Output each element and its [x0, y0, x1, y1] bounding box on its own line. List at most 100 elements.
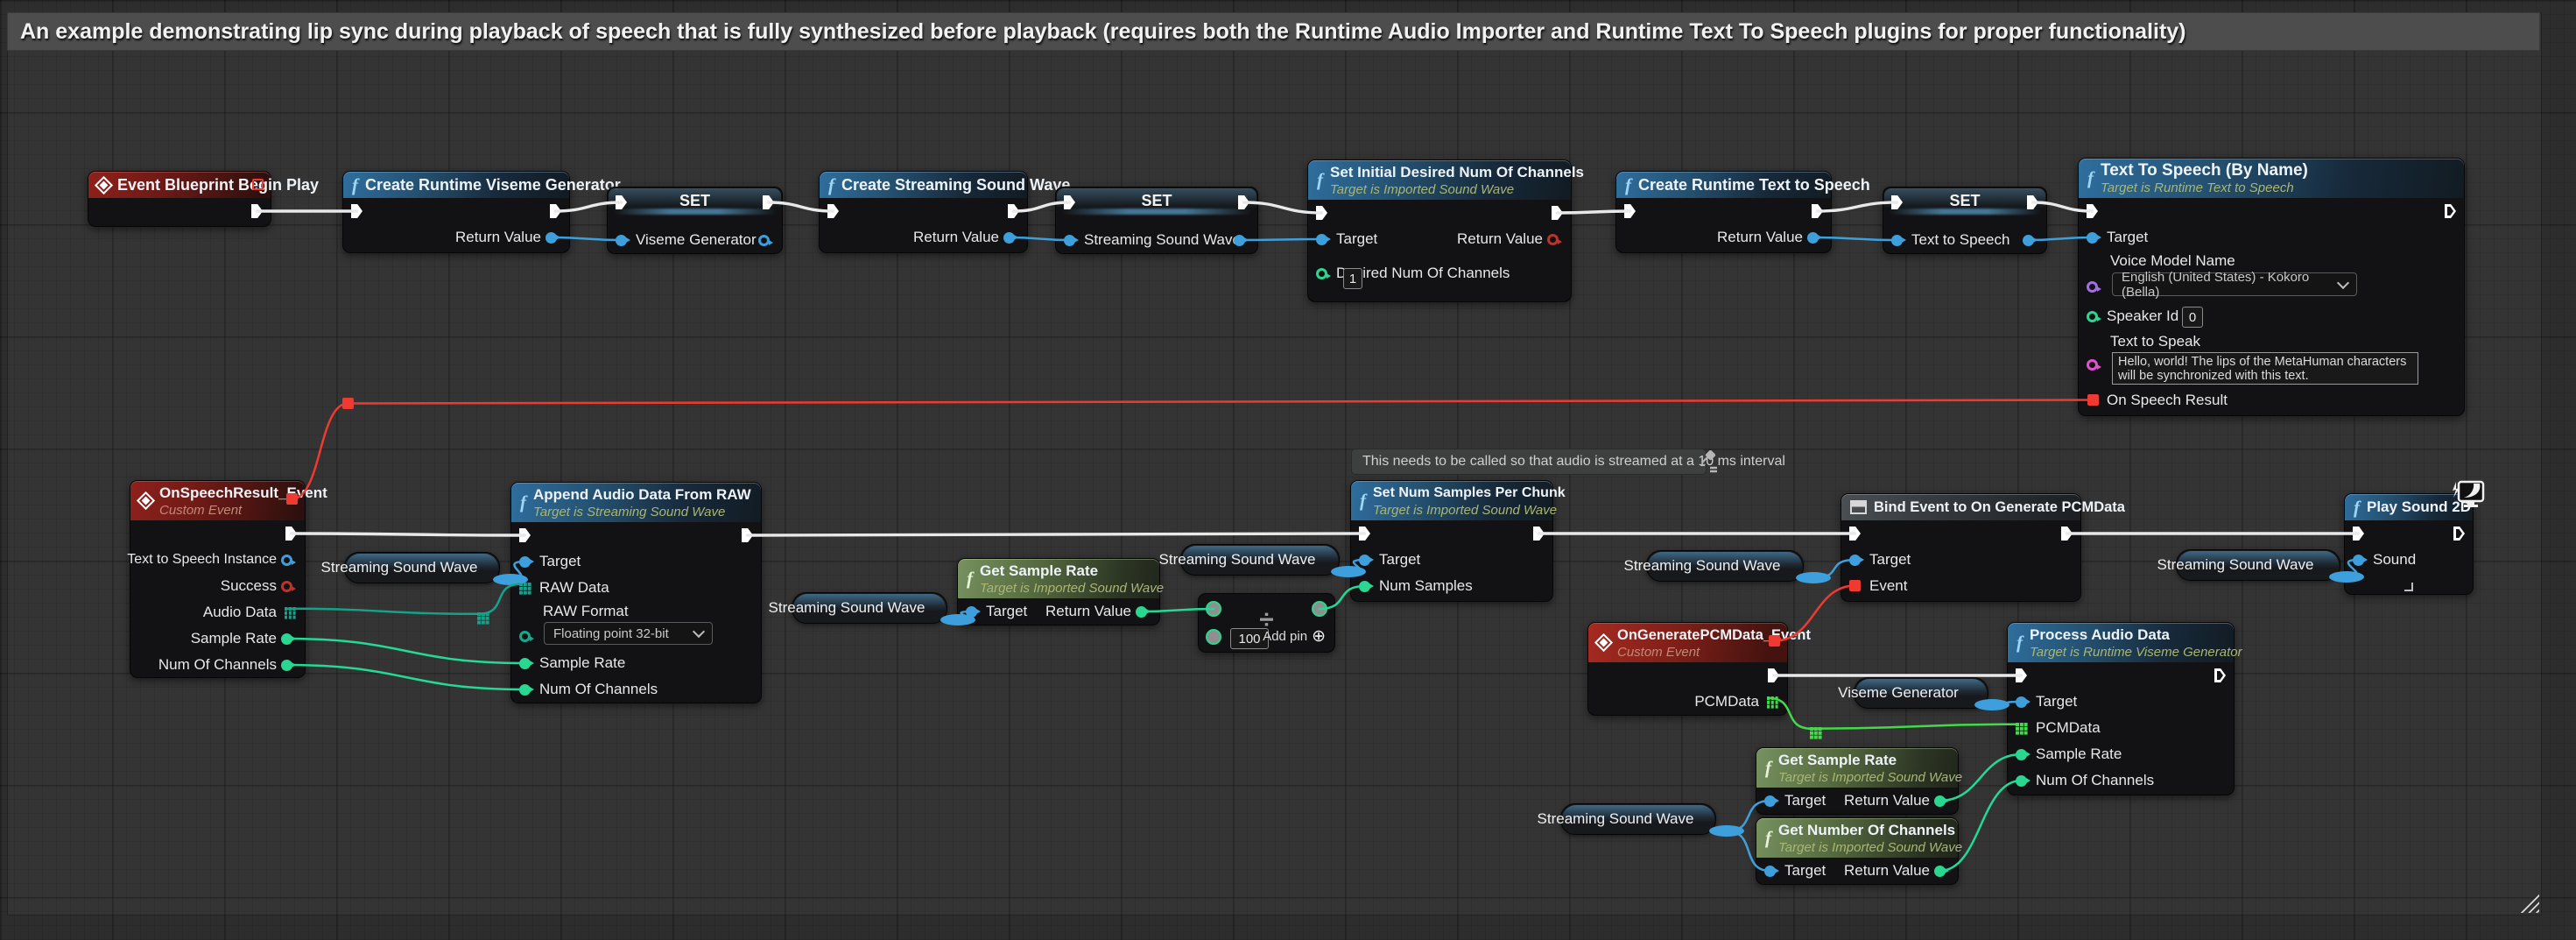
exec-out-pin[interactable] — [2214, 668, 2226, 682]
return-value-pin[interactable] — [1807, 232, 1819, 244]
node-get-number-of-channels[interactable]: f Get Number Of Channels Target is Impor… — [1756, 817, 1959, 885]
num-channels-pin[interactable] — [281, 660, 292, 671]
target-pin[interactable] — [2087, 232, 2098, 244]
text-to-speak-input[interactable]: Hello, world! The lips of the MetaHuman … — [2112, 352, 2418, 385]
node-divide[interactable]: ÷ 100 Add pin⊕ — [1198, 593, 1335, 653]
num-channels-pin[interactable] — [2016, 775, 2027, 787]
target-pin[interactable] — [1764, 795, 1776, 807]
target-pin[interactable] — [1359, 555, 1370, 566]
delegate-pin[interactable] — [252, 179, 264, 190]
exec-in-pin[interactable] — [1359, 527, 1370, 541]
divide-input-b-pin[interactable] — [1206, 629, 1221, 645]
target-pin[interactable] — [2016, 696, 2027, 708]
speaker-id-pin[interactable] — [2087, 311, 2098, 322]
exec-out-pin[interactable] — [2061, 527, 2073, 541]
exec-out-pin[interactable] — [1768, 668, 1779, 682]
node-set-streaming-sound-wave[interactable]: SET Streaming Sound Wave — [1055, 187, 1258, 254]
var-out-pin[interactable] — [1234, 235, 1245, 246]
exec-in-pin[interactable] — [827, 204, 839, 218]
exec-in-pin[interactable] — [2016, 668, 2027, 682]
node-create-streaming-sound-wave[interactable]: f Create Streaming Sound Wave Return Val… — [819, 171, 1028, 253]
sample-rate-pin[interactable] — [281, 633, 292, 645]
divide-output-pin[interactable] — [1312, 601, 1327, 617]
var-in-pin[interactable] — [1064, 235, 1075, 246]
desired-num-pin[interactable] — [1316, 268, 1327, 279]
exec-in-pin[interactable] — [2087, 204, 2098, 218]
node-get-sample-rate[interactable]: f Get Sample Rate Target is Imported Sou… — [957, 558, 1160, 625]
node-event-begin-play[interactable]: Event Blueprint Begin Play — [88, 171, 271, 227]
speaker-id-input[interactable]: 0 — [2182, 307, 2203, 328]
exec-out-pin[interactable] — [2445, 204, 2456, 218]
target-pin[interactable] — [1764, 866, 1776, 877]
exec-out-pin[interactable] — [1812, 204, 1823, 218]
var-in-pin[interactable] — [1891, 235, 1903, 246]
target-pin[interactable] — [1849, 555, 1861, 566]
return-value-pin[interactable] — [545, 232, 557, 244]
voice-model-dropdown[interactable]: English (United States) - Kokoro (Bella) — [2112, 272, 2357, 296]
node-create-runtime-text-to-speech[interactable]: f Create Runtime Text to Speech Return V… — [1615, 171, 1832, 253]
exec-out-pin[interactable] — [2453, 527, 2465, 541]
return-value-pin[interactable] — [1547, 234, 1559, 245]
target-pin[interactable] — [519, 556, 531, 568]
expand-node-chevron[interactable] — [2404, 583, 2413, 591]
node-bind-event-to-on-generate-pcmdata[interactable]: Bind Event to On Generate PCMData Target… — [1841, 493, 2081, 602]
node-append-audio-data-from-raw[interactable]: f Append Audio Data From RAW Target is S… — [510, 482, 762, 703]
getter-streaming-sound-wave[interactable]: Streaming Sound Wave — [2176, 549, 2340, 581]
var-out-pin[interactable] — [2023, 235, 2034, 246]
getter-streaming-sound-wave[interactable]: Streaming Sound Wave — [1560, 803, 1716, 835]
var-in-pin[interactable] — [616, 235, 627, 246]
text-to-speak-pin[interactable] — [2087, 359, 2098, 371]
event-delegate-pin[interactable] — [1849, 580, 1861, 591]
delegate-pin[interactable] — [286, 493, 298, 505]
node-process-audio-data[interactable]: f Process Audio Data Target is Runtime V… — [2007, 622, 2235, 795]
audio-data-pin[interactable] — [285, 607, 288, 611]
node-set-initial-desired-num-channels[interactable]: f Set Initial Desired Num Of Channels Ta… — [1307, 159, 1572, 302]
node-onspeechresult-event[interactable]: OnSpeechResult_Event Custom Event Text t… — [130, 480, 306, 678]
exec-out-pin[interactable] — [1008, 204, 1019, 218]
return-value-pin[interactable] — [1136, 606, 1147, 618]
node-comment-bubble[interactable]: This needs to be called so that audio is… — [1351, 449, 1707, 475]
num-samples-pin[interactable] — [1359, 581, 1370, 592]
return-value-pin[interactable] — [1003, 232, 1015, 244]
getter-streaming-sound-wave[interactable]: Streaming Sound Wave — [792, 592, 947, 624]
raw-format-dropdown[interactable]: Floating point 32-bit — [544, 622, 713, 645]
exec-out-pin[interactable] — [742, 528, 753, 542]
exec-in-pin[interactable] — [1624, 204, 1636, 218]
node-set-viseme-generator[interactable]: SET Viseme Generator — [607, 187, 783, 254]
getter-streaming-sound-wave[interactable]: Streaming Sound Wave — [1180, 544, 1340, 576]
var-out-pin[interactable] — [758, 235, 770, 246]
success-pin[interactable] — [281, 581, 292, 592]
raw-format-pin[interactable] — [519, 631, 531, 642]
sample-rate-pin[interactable] — [2016, 749, 2027, 760]
exec-out-pin[interactable] — [550, 204, 561, 218]
exec-out-pin[interactable] — [285, 527, 297, 541]
pcmdata-pin[interactable] — [1767, 696, 1770, 700]
exec-in-pin[interactable] — [519, 528, 531, 542]
node-get-sample-rate-bottom[interactable]: f Get Sample Rate Target is Imported Sou… — [1756, 747, 1959, 815]
node-text-to-speech-by-name[interactable]: f Text To Speech (By Name) Target is Run… — [2078, 158, 2465, 416]
exec-out-pin[interactable] — [251, 204, 263, 218]
node-create-runtime-viseme-generator[interactable]: f Create Runtime Viseme Generator Return… — [342, 171, 570, 253]
divide-input-a-pin[interactable] — [1206, 601, 1221, 617]
pcmdata-pin[interactable] — [2016, 723, 2019, 726]
exec-in-pin[interactable] — [1316, 206, 1327, 220]
return-value-pin[interactable] — [1934, 866, 1946, 877]
sample-rate-pin[interactable] — [519, 658, 531, 669]
exec-out-pin[interactable] — [1552, 206, 1563, 220]
reroute-node-pcmdata[interactable] — [1810, 727, 1813, 731]
tts-instance-pin[interactable] — [281, 555, 292, 566]
node-set-num-samples-per-chunk[interactable]: f Set Num Samples Per Chunk Target is Im… — [1350, 480, 1553, 602]
exec-in-pin[interactable] — [1849, 527, 1861, 541]
getter-viseme-generator[interactable]: Viseme Generator — [1854, 677, 1988, 709]
comment-title-bar[interactable]: An example demonstrating lip sync during… — [7, 12, 2540, 51]
getter-streaming-sound-wave[interactable]: Streaming Sound Wave — [344, 552, 500, 583]
reroute-node-delegate[interactable] — [342, 398, 354, 409]
blueprint-canvas[interactable]: An example demonstrating lip sync during… — [0, 0, 2576, 940]
exec-in-pin[interactable] — [2353, 527, 2364, 541]
exec-out-pin[interactable] — [1533, 527, 1545, 541]
on-speech-result-delegate-pin[interactable] — [2087, 394, 2099, 406]
getter-streaming-sound-wave[interactable]: Streaming Sound Wave — [1646, 550, 1804, 582]
node-ongeneratepcmdata-event[interactable]: OnGeneratePCMData_Event Custom Event PCM… — [1587, 622, 1788, 716]
sound-pin[interactable] — [2353, 555, 2364, 566]
exec-in-pin[interactable] — [351, 204, 362, 218]
